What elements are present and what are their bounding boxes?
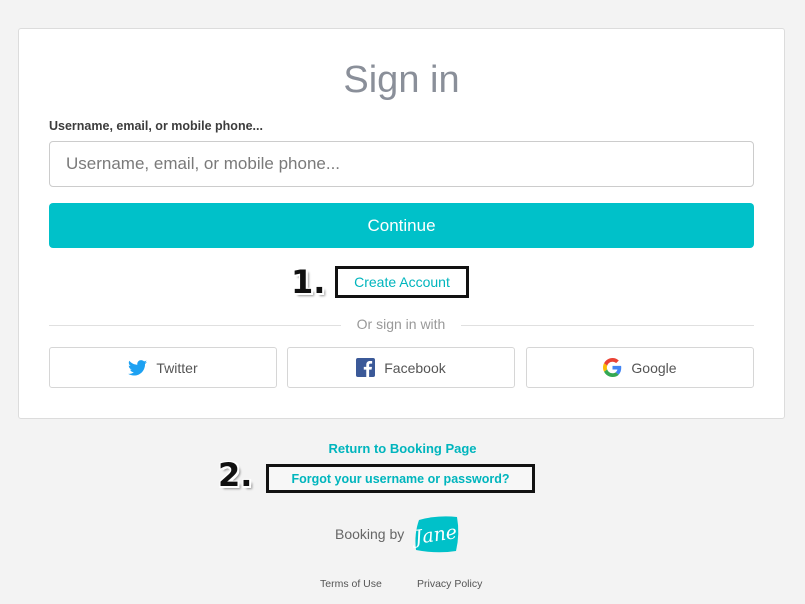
- forgot-credentials-link[interactable]: Forgot your username or password?: [266, 464, 535, 493]
- google-icon: [603, 358, 622, 377]
- return-to-booking-link[interactable]: Return to Booking Page: [0, 441, 805, 456]
- username-input[interactable]: [49, 141, 754, 187]
- signin-card: Sign in Username, email, or mobile phone…: [18, 28, 785, 419]
- booking-by-text: Booking by: [335, 526, 405, 542]
- or-sign-in-with-text: Or sign in with: [356, 316, 446, 332]
- divider-right: [461, 325, 754, 326]
- facebook-signin-button[interactable]: Facebook: [287, 347, 515, 388]
- facebook-icon: [356, 358, 376, 377]
- create-account-link[interactable]: Create Account: [335, 266, 469, 298]
- annotation-number-1: 1.: [291, 263, 326, 301]
- privacy-policy-link[interactable]: Privacy Policy: [417, 578, 482, 590]
- google-label: Google: [631, 359, 677, 376]
- twitter-label: Twitter: [156, 359, 198, 376]
- twitter-icon: [128, 359, 148, 376]
- jane-logo: Jane: [409, 514, 461, 559]
- divider-left: [49, 325, 341, 326]
- page-title: Sign in: [343, 59, 460, 101]
- terms-of-use-link[interactable]: Terms of Use: [320, 578, 382, 590]
- continue-button[interactable]: Continue: [49, 203, 754, 248]
- google-signin-button[interactable]: Google: [526, 347, 754, 388]
- facebook-label: Facebook: [384, 359, 446, 376]
- annotation-number-2: 2.: [218, 456, 253, 494]
- twitter-signin-button[interactable]: Twitter: [49, 347, 277, 388]
- username-field-label: Username, email, or mobile phone...: [49, 119, 263, 133]
